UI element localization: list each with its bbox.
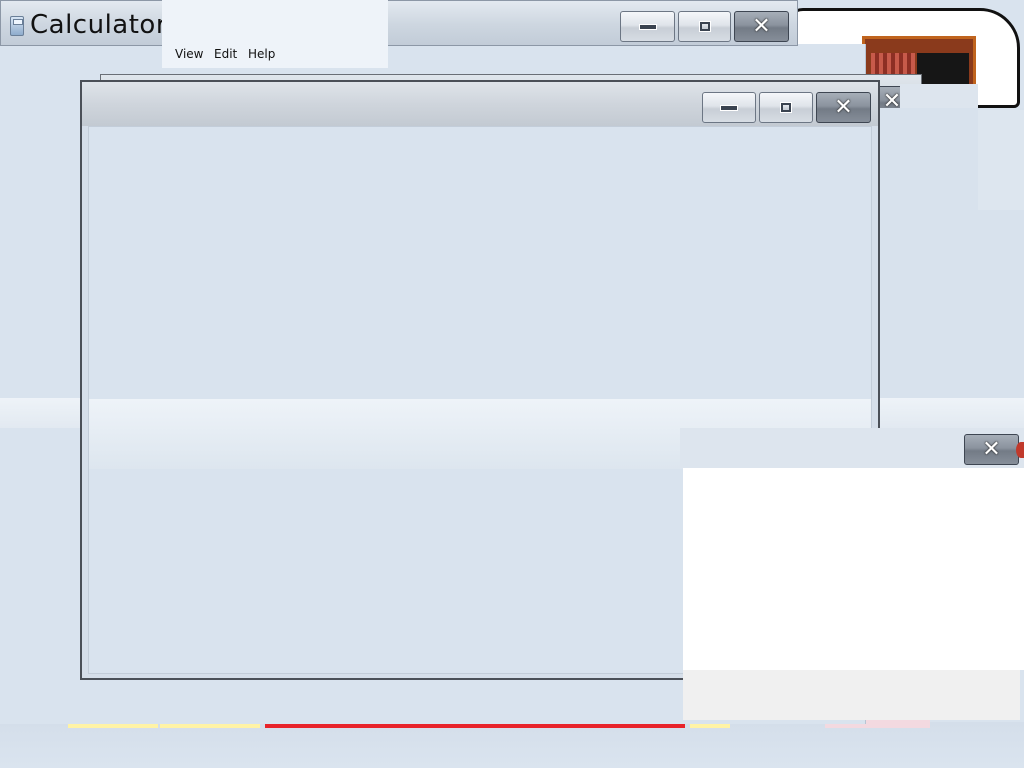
calculator-icon <box>10 16 24 36</box>
maximize-icon <box>698 21 711 32</box>
empty-window-titlebar[interactable]: ✕ <box>82 82 878 126</box>
desktop-background <box>0 722 1024 768</box>
window-title: Calculator <box>30 10 168 40</box>
minimize-button[interactable] <box>620 11 675 42</box>
close-icon: ✕ <box>982 436 1001 462</box>
dialog-titlebar[interactable]: ✕ <box>680 428 1024 468</box>
empty-window-maximize-button[interactable] <box>759 92 813 123</box>
dialog-close-button[interactable]: ✕ <box>964 434 1019 465</box>
empty-window-close-button[interactable]: ✕ <box>816 92 871 123</box>
menu-bar: View Edit Help <box>162 0 388 68</box>
menu-edit[interactable]: Edit <box>211 47 240 61</box>
maximize-icon <box>780 102 792 113</box>
dialog-footer <box>683 670 1020 720</box>
empty-window-minimize-button[interactable] <box>702 92 756 123</box>
minimize-icon <box>638 23 657 30</box>
menu-help[interactable]: Help <box>245 47 278 61</box>
menu-view[interactable]: View <box>172 47 206 61</box>
dialog-body <box>683 468 1024 670</box>
close-button[interactable]: ✕ <box>734 11 789 42</box>
close-icon: ✕ <box>834 94 853 120</box>
dialog-edge-marker <box>1016 442 1024 458</box>
maximize-button[interactable] <box>678 11 731 42</box>
minimize-icon <box>720 104 738 111</box>
background-window-panel-top <box>978 110 1024 210</box>
close-icon: ✕ <box>752 13 771 39</box>
